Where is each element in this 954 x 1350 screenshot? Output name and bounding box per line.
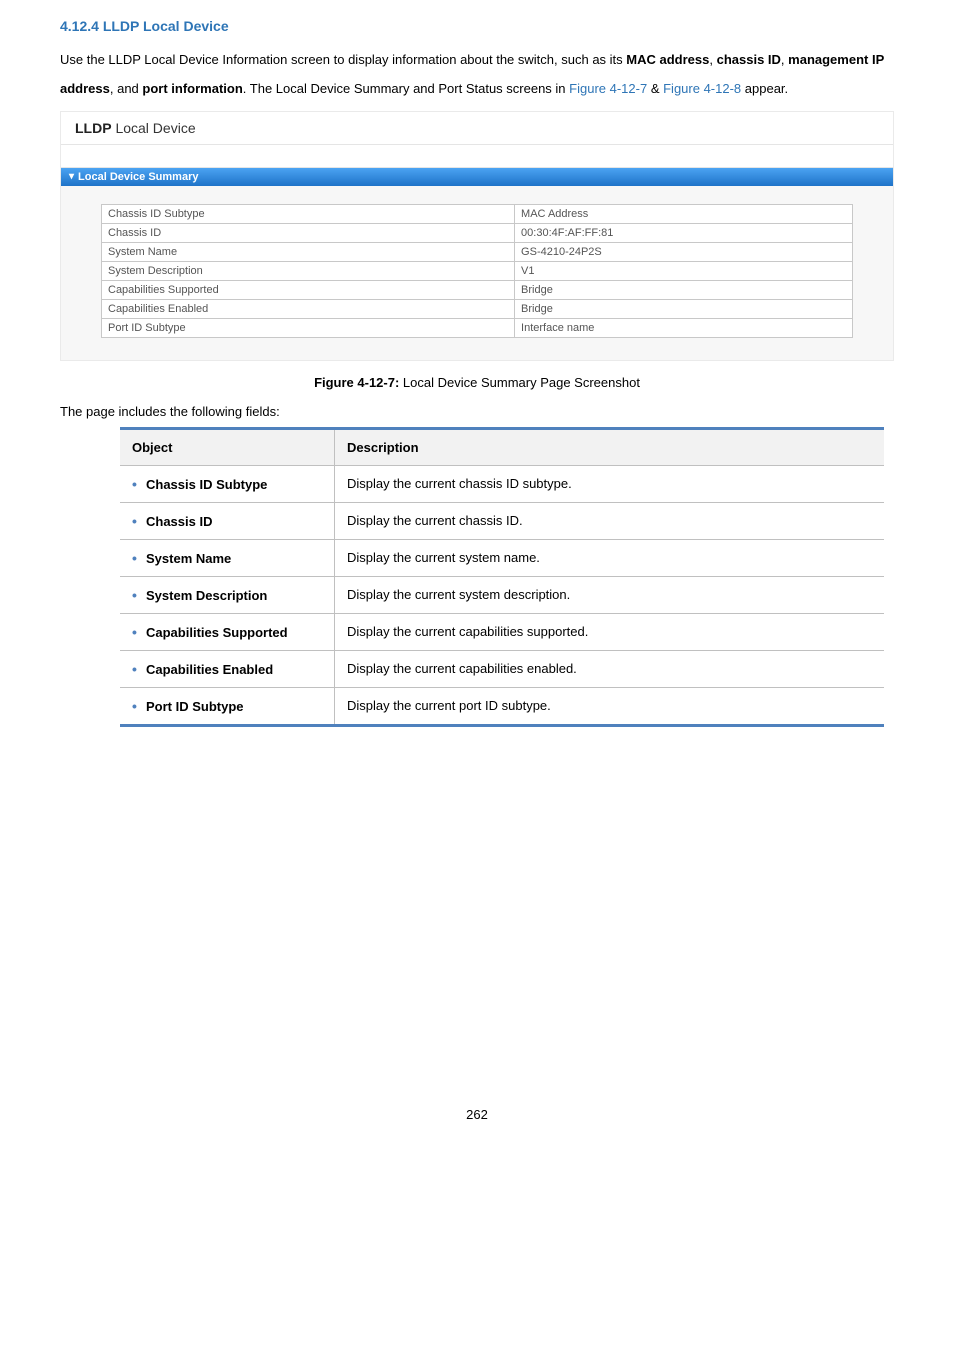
bullet-icon: •	[132, 513, 146, 529]
field-object: Chassis ID	[146, 514, 212, 529]
fields-table: Object Description •Chassis ID Subtype D…	[120, 427, 884, 727]
figure-caption: Figure 4-12-7: Local Device Summary Page…	[60, 375, 894, 390]
panel-title-bold: LLDP	[75, 120, 112, 136]
field-desc: Display the current system description.	[335, 577, 885, 614]
summary-key: System Description	[102, 262, 515, 281]
intro-c3: , and	[110, 81, 143, 96]
table-row: System DescriptionV1	[102, 262, 853, 281]
summary-key: System Name	[102, 243, 515, 262]
table-row: System NameGS-4210-24P2S	[102, 243, 853, 262]
fields-header-object: Object	[120, 429, 335, 466]
field-desc: Display the current capabilities enabled…	[335, 651, 885, 688]
intro-c1: ,	[709, 52, 716, 67]
fields-header-desc: Description	[335, 429, 885, 466]
summary-value: V1	[515, 262, 853, 281]
field-object: Chassis ID Subtype	[146, 477, 267, 492]
table-row: Capabilities EnabledBridge	[102, 300, 853, 319]
table-row: Chassis ID00:30:4F:AF:FF:81	[102, 224, 853, 243]
summary-value: 00:30:4F:AF:FF:81	[515, 224, 853, 243]
summary-key: Chassis ID	[102, 224, 515, 243]
table-row: Capabilities SupportedBridge	[102, 281, 853, 300]
chevron-down-icon: ▾	[69, 171, 74, 182]
panel-title-bar: LLDP Local Device	[61, 112, 893, 145]
field-object: Port ID Subtype	[146, 699, 244, 714]
field-desc: Display the current capabilities support…	[335, 614, 885, 651]
table-row: •Capabilities Supported Display the curr…	[120, 614, 884, 651]
intro-bold-2: chassis ID	[717, 52, 781, 67]
intro-amp: &	[647, 81, 663, 96]
fields-intro: The page includes the following fields:	[60, 404, 894, 419]
field-desc: Display the current port ID subtype.	[335, 688, 885, 726]
intro-bold-1: MAC address	[626, 52, 709, 67]
page-number: 262	[60, 1107, 894, 1122]
bullet-icon: •	[132, 476, 146, 492]
summary-table: Chassis ID SubtypeMAC Address Chassis ID…	[101, 204, 853, 338]
table-row: •Port ID Subtype Display the current por…	[120, 688, 884, 726]
intro-pre: Use the LLDP Local Device Information sc…	[60, 52, 626, 67]
table-row: Chassis ID SubtypeMAC Address	[102, 205, 853, 224]
table-row: •Chassis ID Subtype Display the current …	[120, 466, 884, 503]
table-row: •System Description Display the current …	[120, 577, 884, 614]
summary-value: MAC Address	[515, 205, 853, 224]
bullet-icon: •	[132, 698, 146, 714]
table-row: •System Name Display the current system …	[120, 540, 884, 577]
field-desc: Display the current chassis ID.	[335, 503, 885, 540]
panel-spacer	[61, 145, 893, 168]
intro-paragraph: Use the LLDP Local Device Information sc…	[60, 46, 894, 103]
section-heading: 4.12.4 LLDP Local Device	[60, 18, 894, 34]
figure-link-2[interactable]: Figure 4-12-8	[663, 81, 741, 96]
figure-link-1[interactable]: Figure 4-12-7	[569, 81, 647, 96]
panel-title-rest: Local Device	[112, 120, 196, 136]
summary-value: Bridge	[515, 281, 853, 300]
summary-value: Interface name	[515, 319, 853, 338]
summary-key: Capabilities Supported	[102, 281, 515, 300]
field-object: System Description	[146, 588, 267, 603]
summary-value: Bridge	[515, 300, 853, 319]
table-row: Port ID SubtypeInterface name	[102, 319, 853, 338]
summary-section-label: Local Device Summary	[78, 171, 198, 183]
bullet-icon: •	[132, 587, 146, 603]
intro-post1: . The Local Device Summary and Port Stat…	[243, 81, 569, 96]
bullet-icon: •	[132, 624, 146, 640]
table-row: •Chassis ID Display the current chassis …	[120, 503, 884, 540]
intro-bold-4: port information	[142, 81, 242, 96]
bullet-icon: •	[132, 550, 146, 566]
field-desc: Display the current system name.	[335, 540, 885, 577]
field-object: System Name	[146, 551, 231, 566]
field-object: Capabilities Enabled	[146, 662, 273, 677]
summary-value: GS-4210-24P2S	[515, 243, 853, 262]
figure-caption-bold: Figure 4-12-7:	[314, 375, 399, 390]
field-desc: Display the current chassis ID subtype.	[335, 466, 885, 503]
summary-section-header[interactable]: ▾ Local Device Summary	[61, 168, 893, 186]
intro-post2: appear.	[741, 81, 788, 96]
bullet-icon: •	[132, 661, 146, 677]
summary-key: Port ID Subtype	[102, 319, 515, 338]
summary-key: Capabilities Enabled	[102, 300, 515, 319]
field-object: Capabilities Supported	[146, 625, 288, 640]
table-row: •Capabilities Enabled Display the curren…	[120, 651, 884, 688]
screenshot-panel: LLDP Local Device ▾ Local Device Summary…	[60, 111, 894, 361]
figure-caption-rest: Local Device Summary Page Screenshot	[399, 375, 640, 390]
summary-key: Chassis ID Subtype	[102, 205, 515, 224]
